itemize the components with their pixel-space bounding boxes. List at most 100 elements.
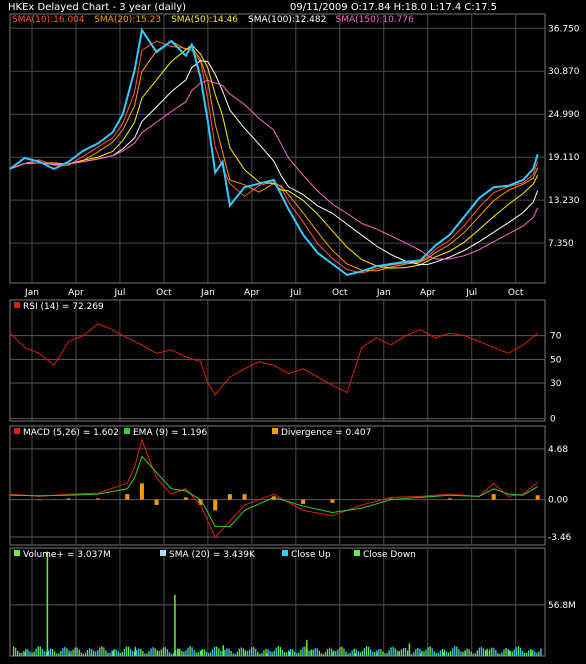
volume-bar xyxy=(367,646,370,656)
volume-bar xyxy=(263,650,265,656)
divergence-bar xyxy=(154,499,159,505)
volume-bar xyxy=(33,651,35,656)
volume-bar xyxy=(454,646,456,656)
volume-bar xyxy=(337,649,339,656)
volume-bar xyxy=(236,651,238,656)
volume-bar xyxy=(402,647,405,656)
volume-bar xyxy=(354,653,356,656)
volume-bar xyxy=(476,650,478,656)
volume-bar xyxy=(240,647,243,656)
volume-bar xyxy=(253,646,255,656)
volume-bar xyxy=(250,647,253,656)
volume-bar xyxy=(345,651,347,656)
volume-bar xyxy=(101,646,103,656)
volume-bar xyxy=(339,647,341,656)
ma-legend-label: SMA(150):10.776 xyxy=(336,15,415,25)
volume-bar xyxy=(66,648,68,656)
volume-bar xyxy=(503,649,505,656)
volume-bar xyxy=(103,647,105,656)
volume-bar xyxy=(29,651,31,656)
macd-legend-label: MACD (5,26) = 1.602 xyxy=(23,428,119,438)
volume-bar xyxy=(443,649,446,656)
volume-bar xyxy=(314,648,316,656)
volume-bar xyxy=(466,648,468,656)
quote-readout: 09/11/2009 O:17.84 H:18.0 L:17.4 C:17.5 xyxy=(290,2,497,13)
volume-bar xyxy=(501,652,503,656)
divergence-bar xyxy=(95,498,100,500)
price-x-tick-label: Jul xyxy=(465,288,477,298)
volume-bar xyxy=(304,646,306,656)
volume-bar xyxy=(191,647,193,656)
volume-bar xyxy=(119,652,121,656)
volume-bar xyxy=(99,647,101,656)
volume-bar xyxy=(144,653,146,656)
volume-bar xyxy=(125,646,128,656)
divergence-bar xyxy=(447,498,452,500)
volume-bar xyxy=(146,653,148,656)
volume-bar xyxy=(411,653,413,656)
volume-bar xyxy=(255,648,257,656)
volume-legend-swatch xyxy=(354,550,360,556)
volume-bar xyxy=(105,650,107,656)
volume-bar xyxy=(318,650,320,656)
volume-bar xyxy=(238,648,240,656)
volume-bar xyxy=(322,653,325,656)
volume-bar xyxy=(218,648,220,656)
volume-bar xyxy=(129,648,132,656)
volume-bar xyxy=(491,647,493,656)
volume-bar xyxy=(415,649,417,656)
volume-bar xyxy=(435,653,437,656)
volume-bar xyxy=(538,651,540,656)
volume-bar xyxy=(369,649,372,656)
volume-bar xyxy=(152,647,154,656)
divergence-bar xyxy=(139,483,144,500)
volume-bar xyxy=(112,650,115,656)
volume-bar xyxy=(384,653,386,656)
volume-bar xyxy=(60,650,62,656)
volume-bar xyxy=(425,649,427,656)
volume-bar xyxy=(456,646,458,656)
volume-bar xyxy=(88,648,91,656)
volume-bar xyxy=(80,652,82,656)
macd-line xyxy=(9,438,538,539)
volume-bar xyxy=(413,652,415,656)
divergence-bar xyxy=(491,494,496,500)
ema-line xyxy=(9,455,538,528)
volume-bar xyxy=(76,647,78,656)
volume-bar xyxy=(283,652,286,656)
volume-bar xyxy=(288,651,290,656)
volume-bar xyxy=(382,651,384,656)
volume-bar xyxy=(423,651,425,656)
volume-bar xyxy=(420,653,422,656)
divergence-bar xyxy=(330,499,335,503)
volume-bar xyxy=(447,652,450,656)
volume-bar xyxy=(365,646,368,656)
volume-bar xyxy=(480,646,483,656)
volume-bar xyxy=(158,650,160,656)
volume-bar xyxy=(511,651,513,656)
volume-bar xyxy=(37,646,39,656)
volume-bar xyxy=(27,649,29,656)
volume-bar xyxy=(484,650,487,656)
divergence-bar xyxy=(242,494,247,500)
volume-bar xyxy=(92,650,95,656)
volume-bar xyxy=(107,652,109,656)
volume-bar xyxy=(470,651,472,656)
volume-bar xyxy=(419,648,421,656)
volume-bar xyxy=(331,648,333,656)
volume-bar xyxy=(310,649,312,656)
volume-bar xyxy=(326,649,329,656)
volume-bar xyxy=(17,650,19,656)
volume-bar xyxy=(275,647,277,656)
rsi-legend-swatch xyxy=(14,302,20,308)
volume-bar xyxy=(376,652,378,656)
volume-legend-swatch xyxy=(160,550,166,556)
volume-bar xyxy=(78,649,80,656)
volume-bar xyxy=(220,650,222,656)
volume-bar xyxy=(523,652,526,656)
volume-bar xyxy=(294,651,296,656)
volume-bar xyxy=(136,650,138,656)
price-x-tick-label: Oct xyxy=(508,288,524,298)
volume-spike-bar xyxy=(306,639,308,656)
volume-bar xyxy=(121,651,123,656)
